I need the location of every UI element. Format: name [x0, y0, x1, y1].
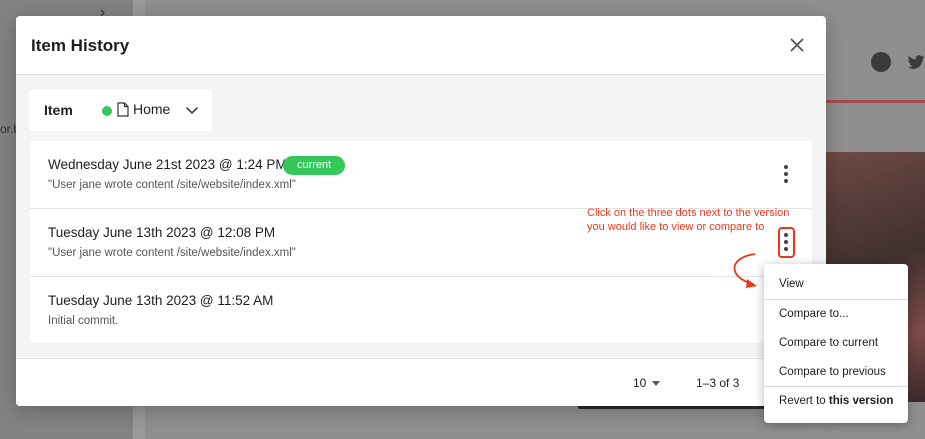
version-comment: "User jane wrote content /site/website/i… — [48, 179, 296, 191]
facebook-icon — [871, 52, 891, 72]
revert-emphasis: this version — [828, 395, 894, 407]
menu-item-compare-to[interactable]: Compare to... — [764, 300, 908, 329]
menu-item-revert[interactable]: Revert to this version — [764, 387, 908, 416]
annotation-text: Click on the three dots next to the vers… — [587, 207, 790, 233]
close-button[interactable] — [786, 34, 808, 56]
rows-per-page-value: 10 — [633, 376, 647, 390]
version-comment: "User jane wrote content /site/website/i… — [48, 247, 296, 259]
menu-item-view[interactable]: View — [764, 270, 908, 299]
menu-item-label: View — [779, 278, 804, 290]
version-date: Wednesday June 21st 2023 @ 1:24 PM — [48, 157, 287, 172]
background-accent-line — [826, 100, 925, 103]
menu-item-label: Compare to current — [779, 337, 879, 349]
menu-item-label: Compare to... — [779, 308, 849, 320]
file-icon — [117, 102, 129, 117]
status-dot-icon — [102, 106, 112, 116]
version-comment: Initial commit. — [48, 315, 119, 327]
item-label: Item — [44, 102, 73, 118]
dialog-footer: 10 1–3 of 3 — [16, 358, 826, 406]
menu-item-compare-to-current[interactable]: Compare to current — [764, 329, 908, 358]
more-options-button[interactable] — [778, 163, 794, 187]
menu-item-compare-to-previous[interactable]: Compare to previous — [764, 358, 908, 387]
dialog-title: Item History — [31, 36, 130, 55]
menu-item-label: Compare to previous — [779, 366, 886, 378]
chevron-down-icon[interactable] — [184, 102, 200, 118]
pagination-range: 1–3 of 3 — [696, 376, 740, 390]
version-date: Tuesday June 13th 2023 @ 11:52 AM — [48, 293, 274, 308]
item-value: Home — [133, 101, 171, 117]
menu-item-label: Revert to this version — [779, 395, 893, 407]
version-list: Wednesday June 21st 2023 @ 1:24 PM curre… — [30, 141, 812, 343]
version-row[interactable]: Wednesday June 21st 2023 @ 1:24 PM curre… — [30, 141, 812, 209]
current-badge: current — [283, 156, 346, 175]
revert-prefix: Revert to — [779, 395, 829, 407]
version-row[interactable]: Tuesday June 13th 2023 @ 11:52 AM Initia… — [30, 277, 812, 344]
version-context-menu: View Compare to... Compare to current Co… — [764, 264, 908, 423]
twitter-icon — [906, 52, 925, 72]
close-icon — [790, 38, 804, 52]
caret-down-icon — [652, 381, 661, 387]
dialog-header: Item History — [16, 16, 826, 75]
rows-per-page-select[interactable]: 10 — [633, 376, 661, 390]
version-date: Tuesday June 13th 2023 @ 12:08 PM — [48, 225, 276, 240]
item-selector[interactable]: Item Home — [29, 89, 212, 131]
